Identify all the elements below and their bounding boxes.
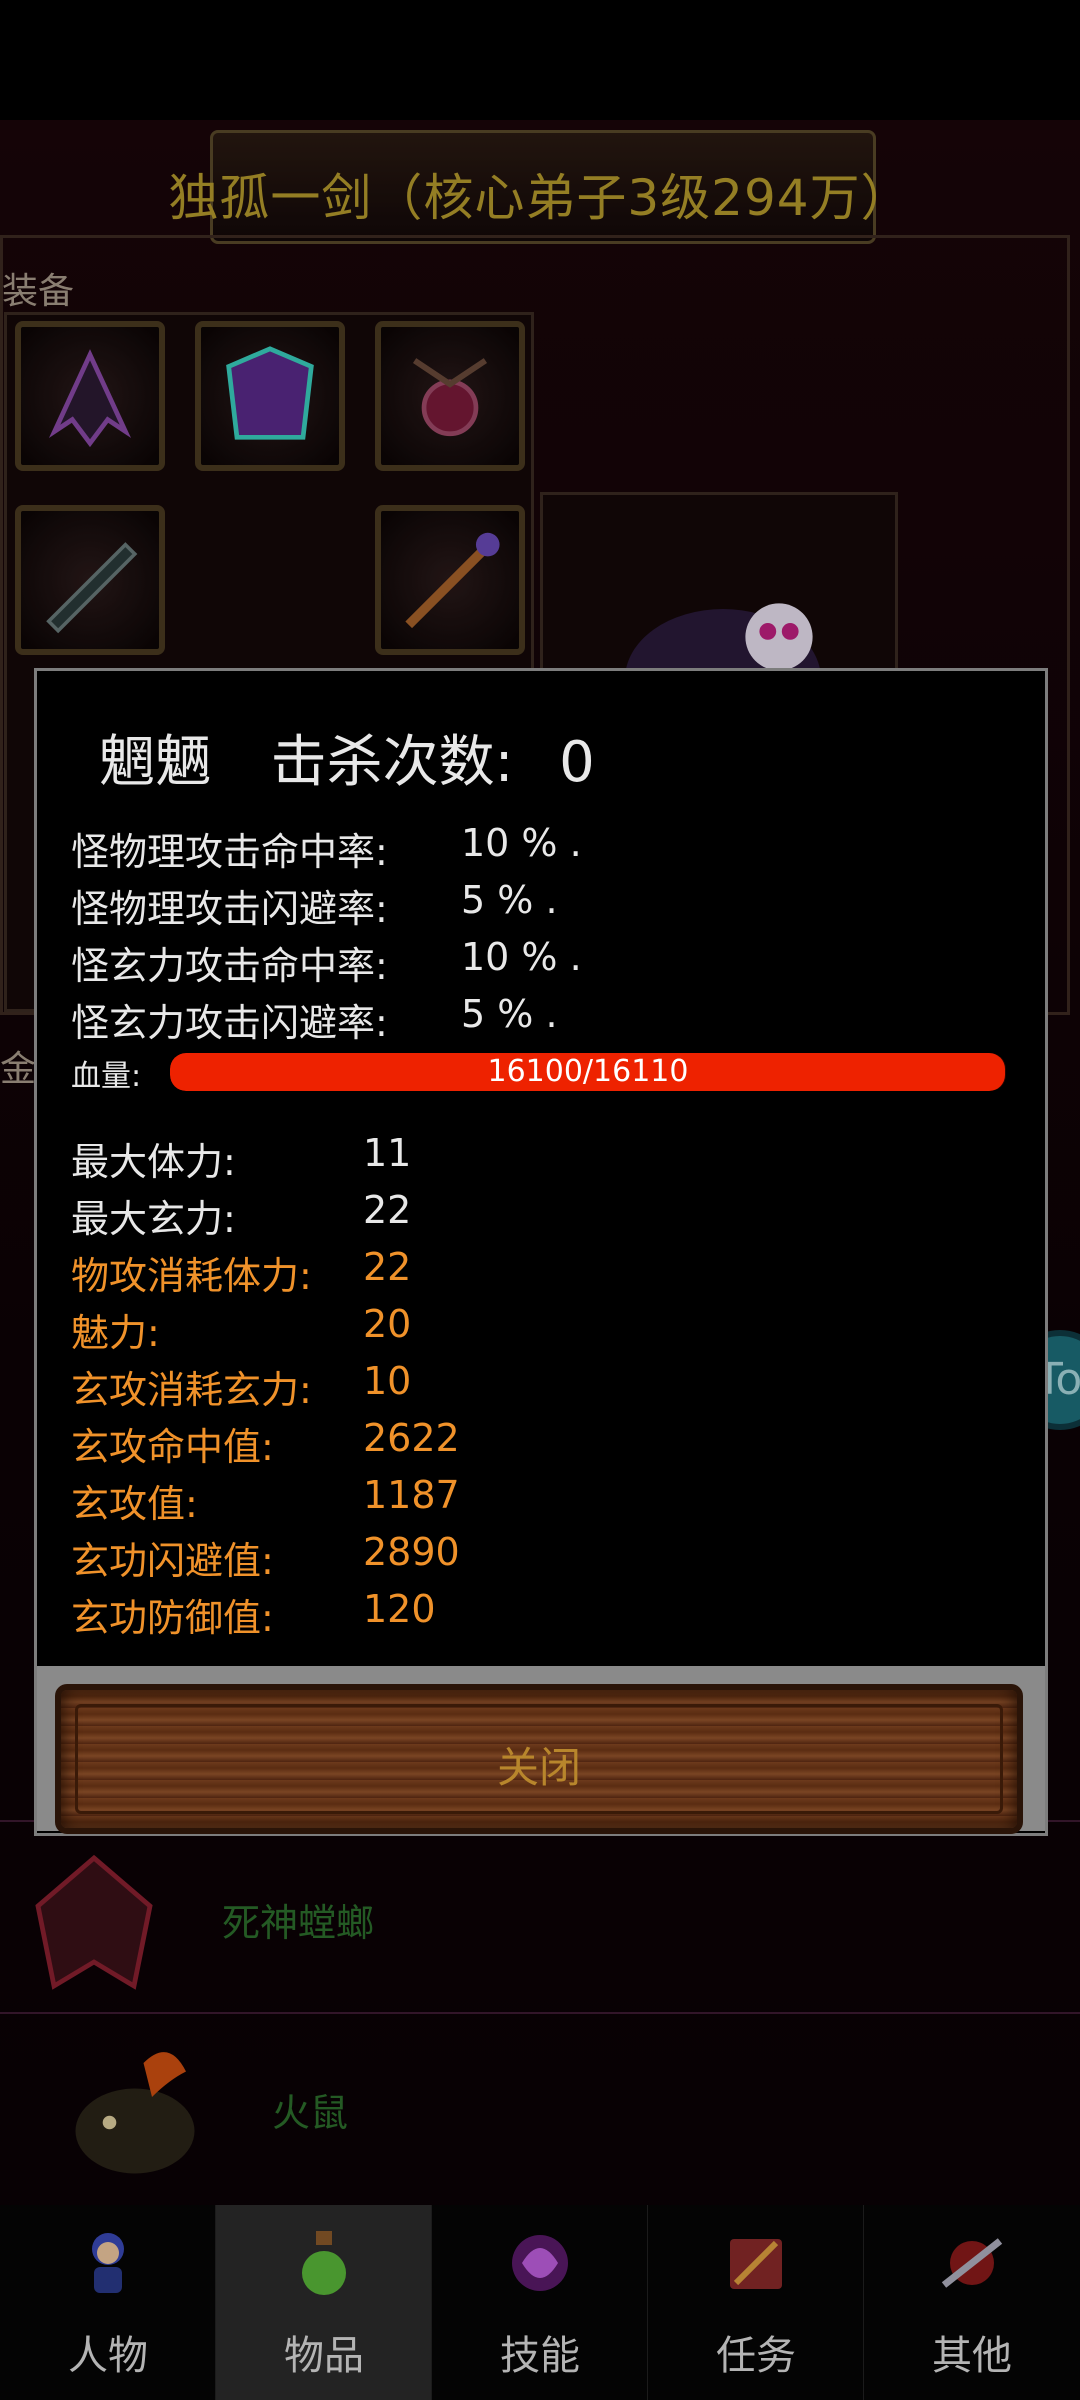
attribute-row: 玄功闪避值: 2890 xyxy=(71,1530,460,1585)
rate-row: 怪玄力攻击闪避率: 5 % . xyxy=(71,992,558,1047)
attribute-label: 最大玄力: xyxy=(71,1197,236,1241)
monster-name-title: 魍魉 xyxy=(99,730,211,795)
monster-info-dialog: 魍魉 击杀次数: 0 怪物理攻击命中率: 10 % . 怪物理攻击闪避率: 5 … xyxy=(34,668,1048,1836)
attribute-row: 魅力: 20 xyxy=(71,1302,411,1357)
attribute-row: 玄攻值: 1187 xyxy=(71,1473,460,1528)
attribute-value: 2622 xyxy=(363,1416,460,1460)
rate-value: 5 % . xyxy=(461,878,558,922)
hp-label: 血量: xyxy=(71,1059,142,1094)
rate-value: 10 % . xyxy=(461,935,582,979)
hp-bar: 16100/16110 xyxy=(170,1053,1006,1091)
attribute-row: 玄功防御值: 120 xyxy=(71,1587,436,1642)
attribute-value: 20 xyxy=(363,1302,412,1346)
attribute-label: 玄功防御值: xyxy=(71,1596,274,1640)
close-button-label: 关闭 xyxy=(496,1743,581,1792)
rate-row: 怪玄力攻击命中率: 10 % . xyxy=(71,935,582,990)
attribute-row: 玄攻消耗玄力: 10 xyxy=(71,1359,411,1414)
attribute-value: 120 xyxy=(363,1587,436,1631)
rate-label: 怪物理攻击命中率: xyxy=(71,830,388,874)
rate-label: 怪玄力攻击闪避率: xyxy=(71,1001,388,1045)
attribute-value: 11 xyxy=(363,1131,412,1175)
kill-count-label: 击杀次数: xyxy=(270,730,514,795)
attribute-label: 玄攻消耗玄力: xyxy=(71,1368,312,1412)
rate-value: 5 % . xyxy=(461,992,558,1036)
attribute-row: 最大玄力: 22 xyxy=(71,1188,411,1243)
monster-title: 魍魉 击杀次数: 0 xyxy=(99,717,595,798)
attribute-row: 玄攻命中值: 2622 xyxy=(71,1416,460,1471)
kill-count-value: 0 xyxy=(559,730,595,795)
rate-value: 10 % . xyxy=(461,821,582,865)
attribute-value: 10 xyxy=(363,1359,412,1403)
attribute-row: 物攻消耗体力: 22 xyxy=(71,1245,411,1300)
rate-row: 怪物理攻击闪避率: 5 % . xyxy=(71,878,558,933)
attribute-label: 玄功闪避值: xyxy=(71,1539,274,1583)
attribute-label: 玄攻值: xyxy=(71,1482,198,1526)
close-button[interactable]: 关闭 xyxy=(55,1684,1023,1834)
attribute-value: 22 xyxy=(363,1188,412,1232)
rate-row: 怪物理攻击命中率: 10 % . xyxy=(71,821,582,876)
attribute-value: 1187 xyxy=(363,1473,460,1517)
attribute-label: 魅力: xyxy=(71,1311,160,1355)
hp-text: 16100/16110 xyxy=(487,1054,689,1089)
attribute-label: 物攻消耗体力: xyxy=(71,1254,312,1298)
rate-label: 怪玄力攻击命中率: xyxy=(71,944,388,988)
attribute-label: 玄攻命中值: xyxy=(71,1425,274,1469)
attribute-value: 2890 xyxy=(363,1530,460,1574)
attribute-label: 最大体力: xyxy=(71,1140,236,1184)
attribute-row: 最大体力: 11 xyxy=(71,1131,411,1186)
attribute-value: 22 xyxy=(363,1245,412,1289)
close-area: 关闭 xyxy=(37,1666,1045,1834)
rate-label: 怪物理攻击闪避率: xyxy=(71,887,388,931)
